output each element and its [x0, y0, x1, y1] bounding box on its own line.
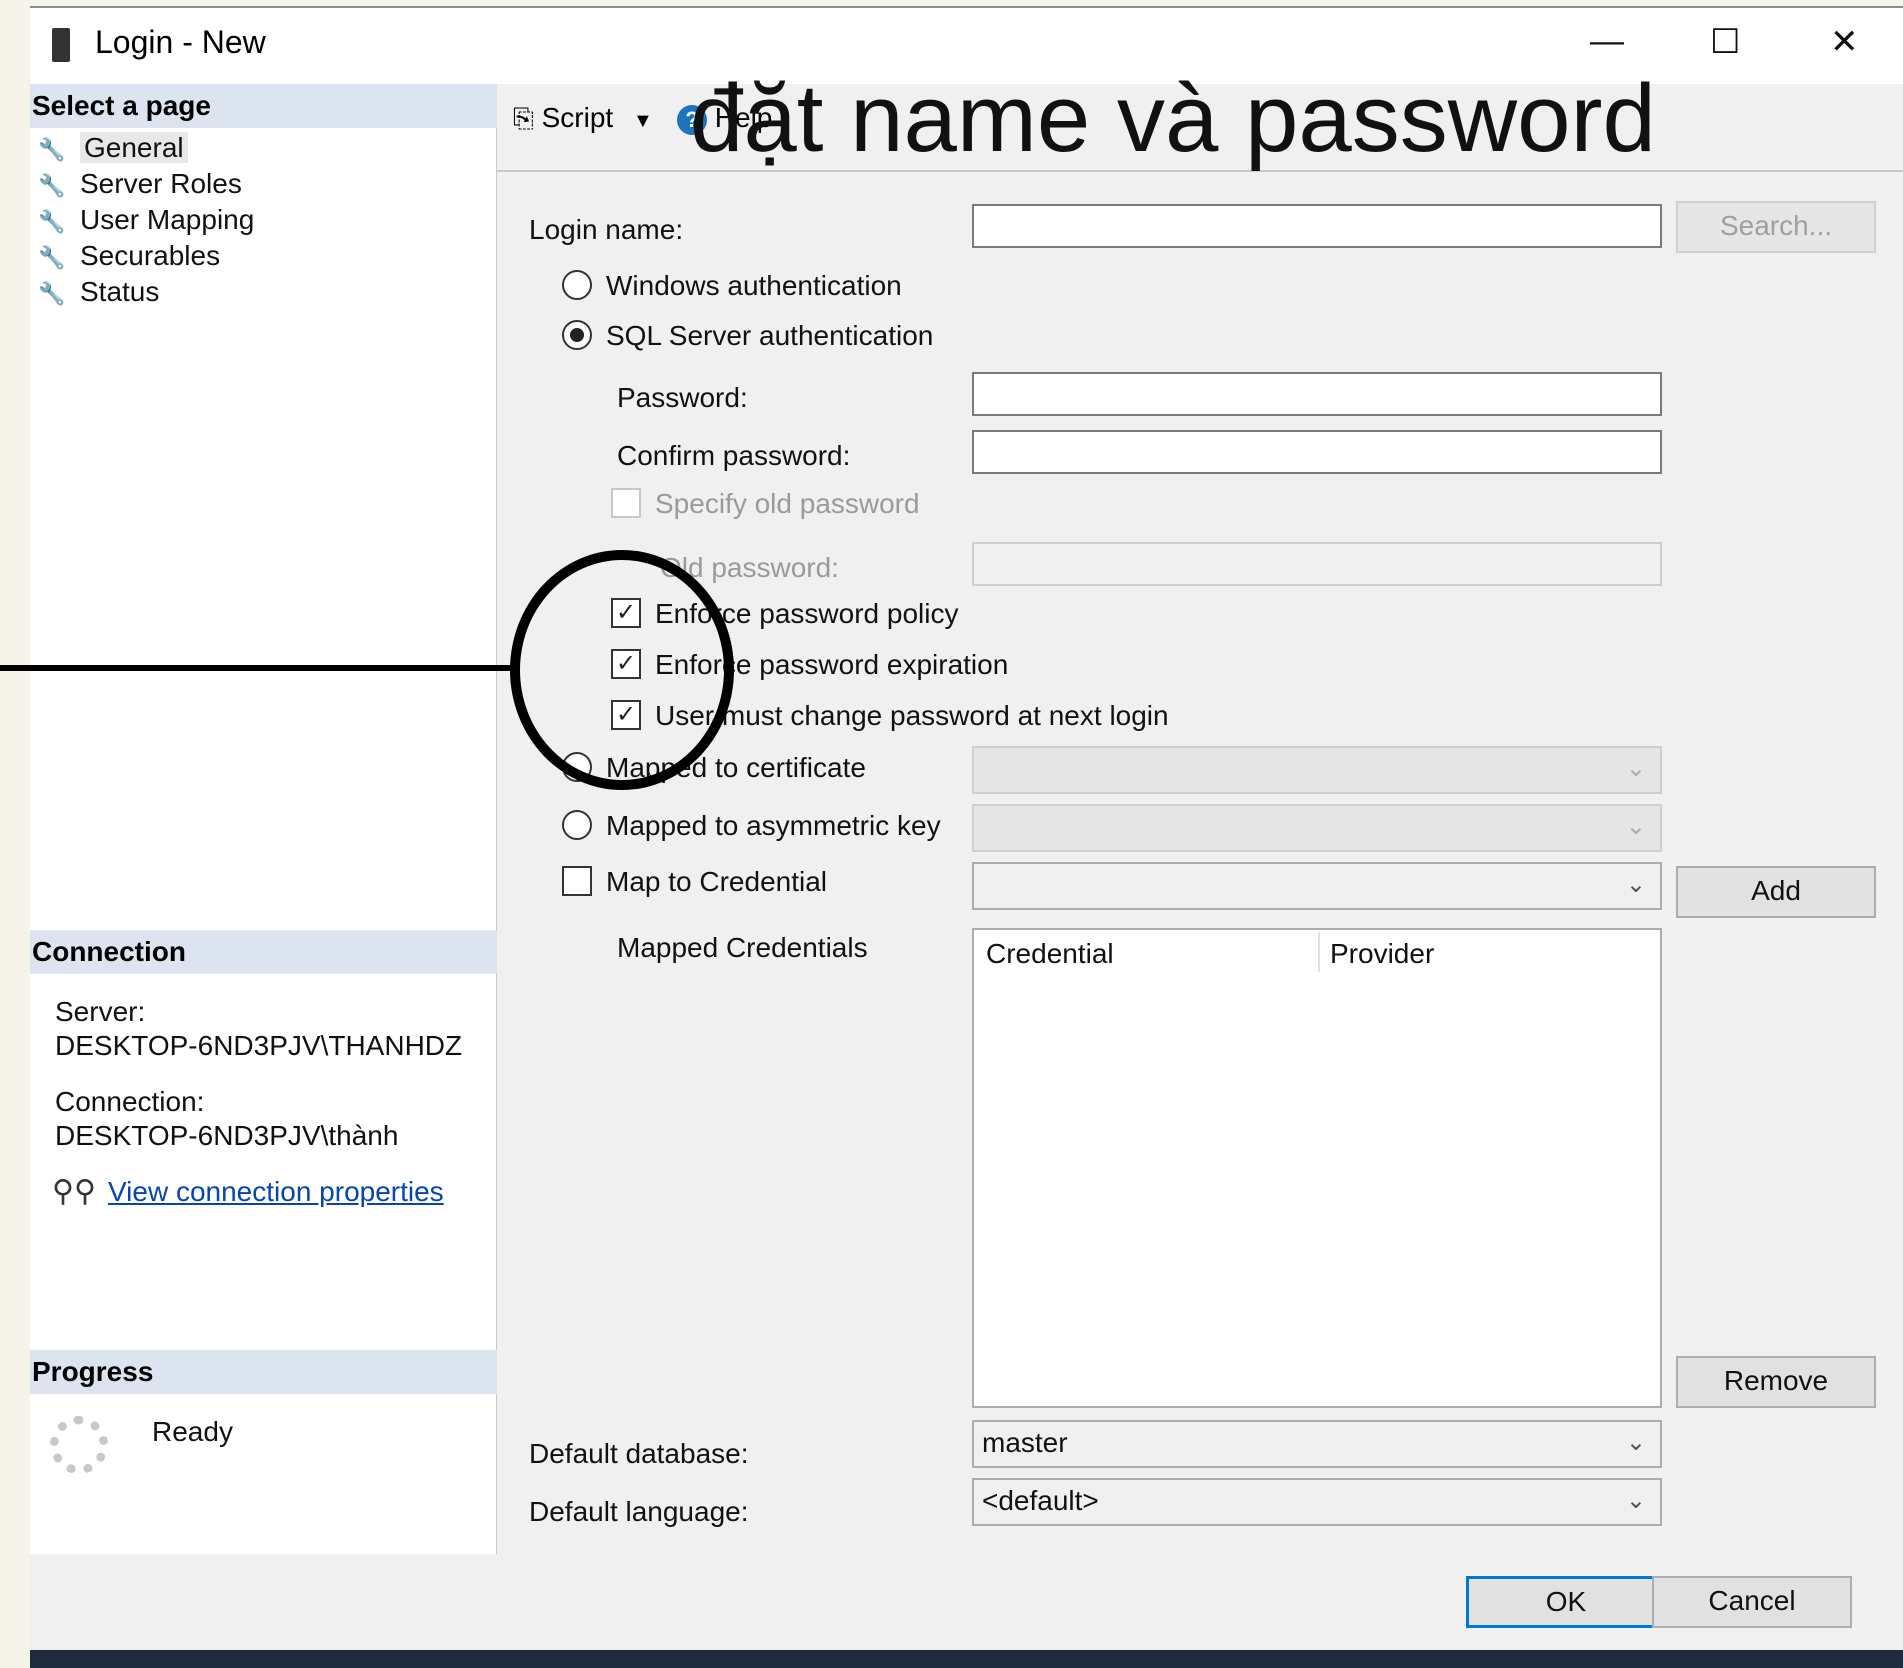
annotation-text: đặt name và password: [690, 65, 1656, 172]
server-label: Server:: [55, 996, 146, 1027]
windows-auth-radio[interactable]: [562, 270, 592, 300]
progress-spinner-icon: [50, 1416, 108, 1474]
chevron-down-icon: ▼: [632, 110, 653, 132]
credentials-grid[interactable]: Credential Provider: [972, 928, 1662, 1408]
wrench-icon: 🔧: [38, 209, 66, 234]
mapped-asym-key-label: Mapped to asymmetric key: [606, 810, 941, 841]
minimize-button[interactable]: —: [1590, 22, 1624, 61]
connection-properties-icon: ⚲⚲: [52, 1175, 96, 1208]
script-button[interactable]: ⎘ Script ▼: [513, 102, 653, 135]
window-title: Login - New: [95, 24, 266, 60]
wrench-icon: 🔧: [38, 245, 66, 270]
nav-item-server-roles[interactable]: 🔧 Server Roles: [30, 166, 496, 202]
annotation-circle: [510, 550, 734, 790]
annotation-line: [0, 665, 515, 671]
cancel-button[interactable]: Cancel: [1652, 1576, 1852, 1628]
ok-button[interactable]: OK: [1466, 1576, 1666, 1628]
map-credential-checkbox[interactable]: [562, 866, 592, 896]
view-connection-properties-link[interactable]: View connection properties: [108, 1176, 444, 1208]
old-password-input[interactable]: [972, 542, 1662, 586]
remove-button[interactable]: Remove: [1676, 1356, 1876, 1408]
mapped-credentials-label: Mapped Credentials: [617, 932, 868, 963]
nav-item-general[interactable]: 🔧 General: [30, 130, 496, 166]
confirm-password-label: Confirm password:: [617, 440, 851, 471]
mapped-asym-key-radio[interactable]: [562, 810, 592, 840]
server-icon: [52, 28, 70, 62]
default-database-dropdown[interactable]: master ⌄: [972, 1420, 1662, 1468]
specify-old-password-label: Specify old password: [655, 488, 920, 519]
column-header-provider[interactable]: Provider: [1330, 938, 1434, 970]
connection-label: Connection:: [55, 1086, 205, 1117]
chevron-down-icon: ⌄: [1625, 1487, 1646, 1514]
credential-dropdown[interactable]: ⌄: [972, 862, 1662, 910]
close-button[interactable]: ✕: [1830, 22, 1859, 62]
column-divider: [1318, 932, 1320, 972]
default-language-value: <default>: [982, 1485, 1099, 1516]
maximize-button[interactable]: ☐: [1710, 22, 1740, 62]
add-button[interactable]: Add: [1676, 866, 1876, 918]
server-value: DESKTOP-6ND3PJV\THANHDZ: [55, 1030, 463, 1061]
default-language-dropdown[interactable]: <default> ⌄: [972, 1478, 1662, 1526]
sql-auth-label: SQL Server authentication: [606, 320, 934, 351]
login-name-input[interactable]: [972, 204, 1662, 248]
taskbar-strip: [30, 1650, 1903, 1668]
chevron-down-icon: ⌄: [1625, 871, 1646, 898]
page-nav: 🔧 General 🔧 Server Roles 🔧 User Mapping 🔧 Se…: [30, 130, 496, 310]
wrench-icon: 🔧: [38, 173, 66, 198]
progress-header: Progress: [30, 1350, 498, 1394]
wrench-icon: 🔧: [38, 137, 66, 162]
nav-item-securables[interactable]: 🔧 Securables: [30, 238, 496, 274]
windows-auth-label: Windows authentication: [606, 270, 902, 301]
column-header-credential[interactable]: Credential: [986, 938, 1114, 970]
left-panel: Select a page 🔧 General 🔧 Server Roles 🔧 Us…: [30, 84, 498, 1554]
default-database-value: master: [982, 1427, 1068, 1458]
login-name-label: Login name:: [529, 214, 684, 245]
default-database-label: Default database:: [529, 1438, 749, 1469]
sql-auth-radio[interactable]: [562, 320, 592, 350]
certificate-dropdown[interactable]: ⌄: [972, 746, 1662, 794]
script-label: Script: [541, 102, 614, 133]
select-page-header: Select a page: [30, 84, 498, 128]
password-label: Password:: [617, 382, 748, 413]
progress-status: Ready: [152, 1416, 233, 1447]
must-change-label: User must change password at next login: [655, 700, 1169, 731]
chevron-down-icon: ⌄: [1625, 813, 1646, 840]
connection-header: Connection: [30, 930, 498, 974]
script-icon: ⎘: [513, 103, 534, 133]
chevron-down-icon: ⌄: [1625, 755, 1646, 782]
confirm-password-input[interactable]: [972, 430, 1662, 474]
default-language-label: Default language:: [529, 1496, 749, 1527]
search-button[interactable]: Search...: [1676, 201, 1876, 253]
connection-value: DESKTOP-6ND3PJV\thành: [55, 1120, 399, 1151]
map-credential-label: Map to Credential: [606, 866, 828, 897]
password-input[interactable]: [972, 372, 1662, 416]
chevron-down-icon: ⌄: [1625, 1429, 1646, 1456]
wrench-icon: 🔧: [38, 281, 66, 306]
nav-item-user-mapping[interactable]: 🔧 User Mapping: [30, 202, 496, 238]
asym-key-dropdown[interactable]: ⌄: [972, 804, 1662, 852]
specify-old-password-checkbox[interactable]: [611, 488, 641, 518]
nav-item-status[interactable]: 🔧 Status: [30, 274, 496, 310]
